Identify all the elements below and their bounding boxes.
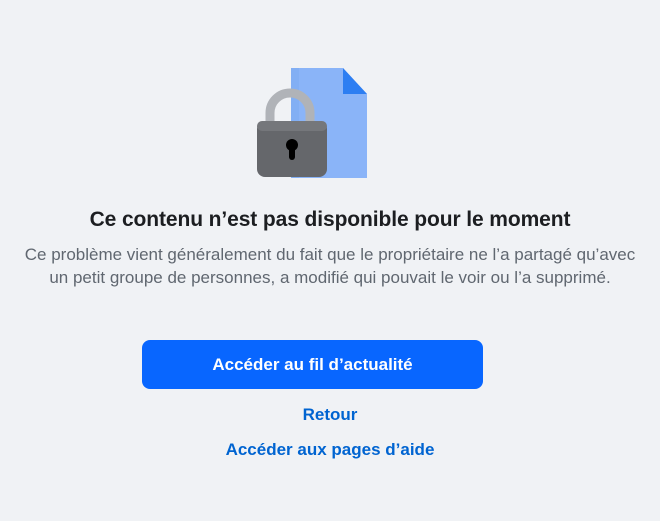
error-description: Ce problème vient généralement du fait q… [24, 245, 636, 287]
unavailable-content-page: Ce contenu n’est pas disponible pour le … [0, 0, 660, 521]
help-pages-link[interactable]: Accéder aux pages d’aide [0, 440, 660, 460]
back-link[interactable]: Retour [0, 405, 660, 425]
go-to-feed-button[interactable]: Accéder au fil d’actualité [142, 340, 483, 389]
locked-document-illustration [255, 68, 370, 180]
illustration-svg [257, 68, 367, 178]
page-title: Ce contenu n’est pas disponible pour le … [89, 208, 571, 231]
